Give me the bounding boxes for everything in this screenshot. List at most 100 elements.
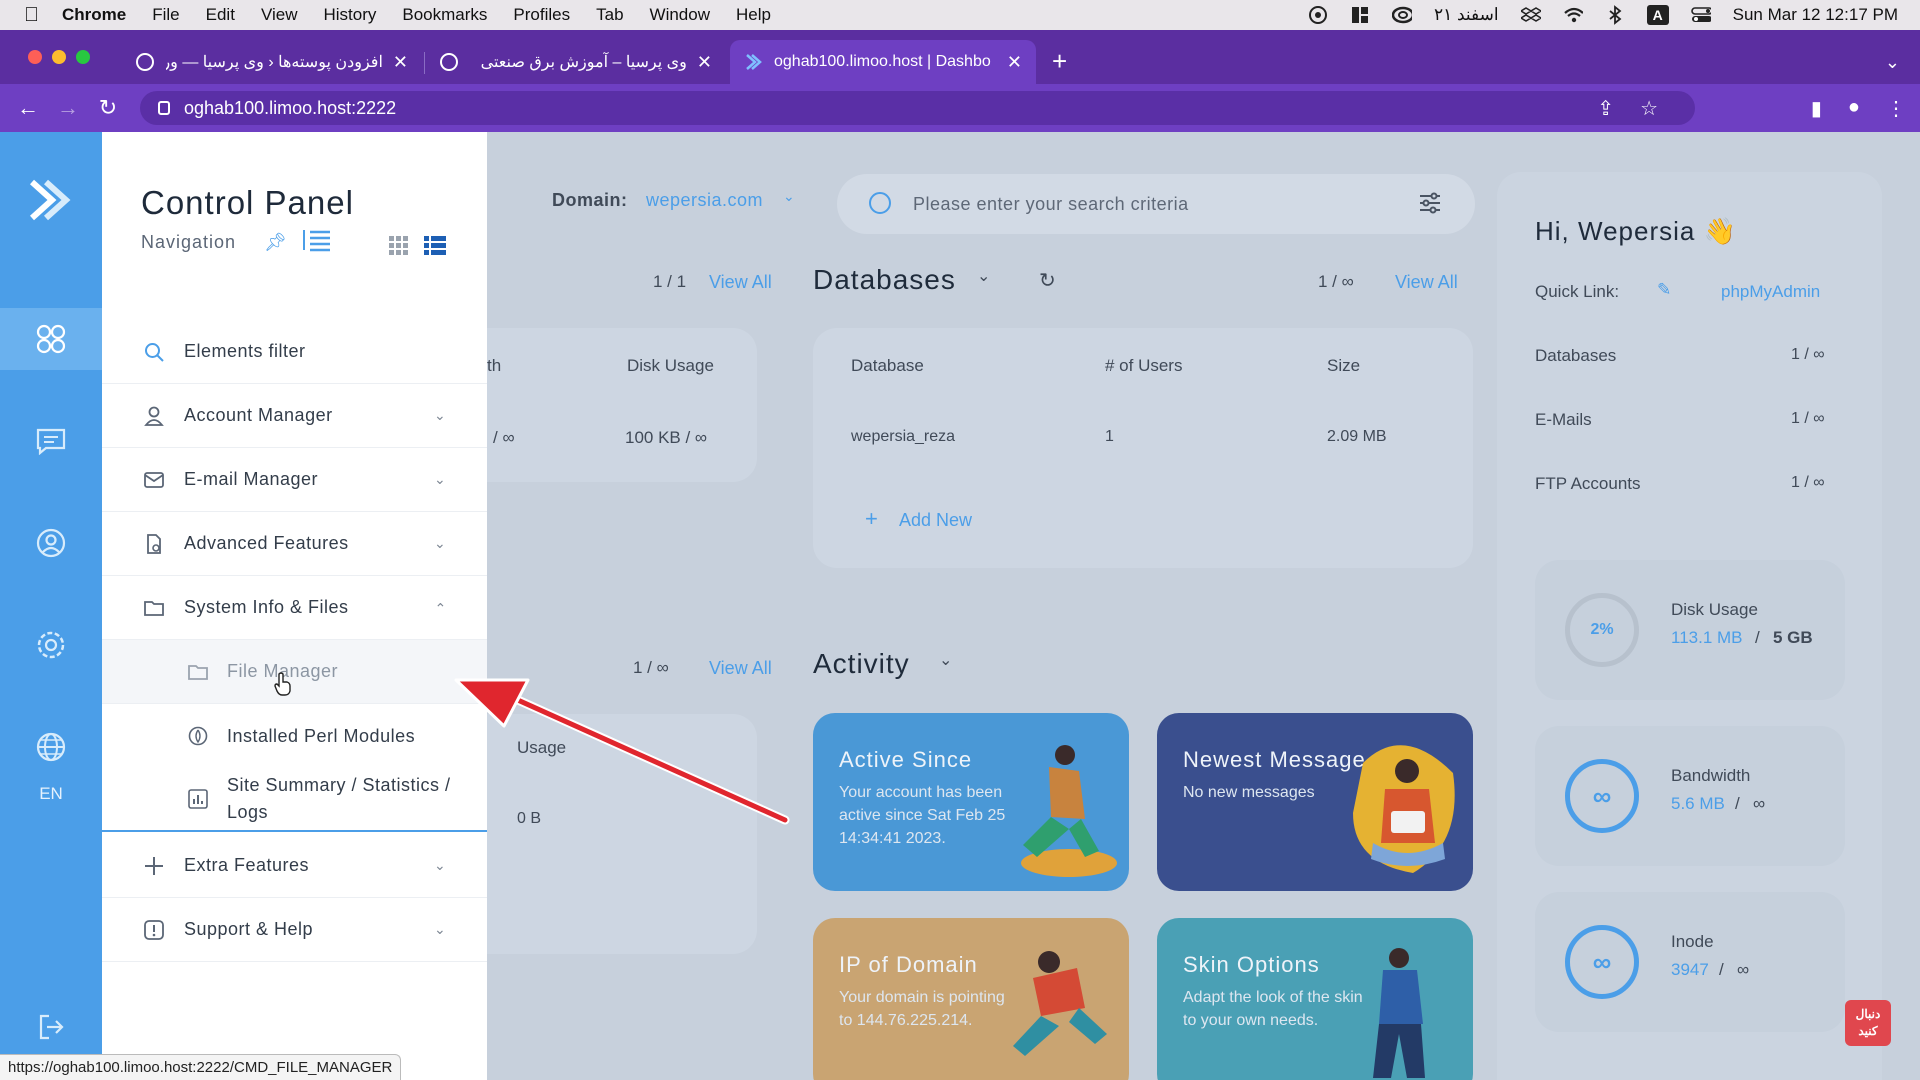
add-new-database-button[interactable]: Add New: [899, 510, 972, 531]
address-bar[interactable]: oghab100.limoo.host:2222: [140, 91, 1695, 125]
nav-label: Extra Features: [184, 855, 310, 875]
chevron-down-icon[interactable]: ⌄: [977, 266, 990, 286]
tree-list-icon[interactable]: [302, 228, 332, 252]
rail-messages[interactable]: [0, 410, 102, 472]
stat-value: 1 / ∞: [1791, 410, 1825, 427]
left-counter: 1 / 1: [653, 272, 687, 291]
menu-view[interactable]: View: [261, 5, 298, 25]
view-all-link[interactable]: View All: [709, 272, 772, 293]
left-partial-card: th Disk Usage / ∞ 100 KB / ∞: [457, 328, 757, 482]
stats-icon: [188, 789, 208, 809]
rail-language[interactable]: [0, 716, 102, 778]
filter-settings-icon[interactable]: [1419, 192, 1441, 214]
nav-system-info-files[interactable]: System Info & Files ⌄: [102, 576, 487, 640]
menu-window[interactable]: Window: [650, 5, 710, 25]
close-tab-icon[interactable]: ✕: [1007, 52, 1022, 73]
search-icon: [869, 192, 891, 214]
dropbox-icon[interactable]: [1520, 5, 1541, 25]
grid-view-icon[interactable]: [389, 236, 409, 256]
persian-date[interactable]: ۲۱ اسفند: [1434, 5, 1499, 25]
ring-label: ∞: [1592, 946, 1612, 977]
lock-icon[interactable]: [158, 101, 170, 115]
ring-label: ∞: [1592, 780, 1612, 811]
activity-title: Activity: [813, 648, 910, 679]
tab-search-chevron-icon[interactable]: ⌄: [1885, 52, 1900, 73]
pin-icon[interactable]: 📌︎: [264, 232, 287, 253]
chevron-down-icon[interactable]: ⌄: [783, 188, 795, 205]
databases-view-all-link[interactable]: View All: [1395, 272, 1458, 293]
activity-tile-newest-message[interactable]: Newest Message No new messages: [1157, 713, 1473, 891]
apple-icon[interactable]: : [24, 5, 44, 25]
new-tab-button[interactable]: +: [1052, 48, 1067, 74]
zoom-window-button[interactable]: [76, 50, 90, 64]
nav-extra-features[interactable]: Extra Features ⌄: [102, 834, 487, 898]
nav-account-manager[interactable]: Account Manager ⌄: [102, 384, 487, 448]
directadmin-logo-icon[interactable]: [26, 176, 74, 224]
menu-file[interactable]: File: [152, 5, 179, 25]
browser-tab-active[interactable]: oghab100.limoo.host | Dashbo ✕: [730, 40, 1036, 84]
nav-support-help[interactable]: Support & Help ⌄: [102, 898, 487, 962]
back-arrow-icon[interactable]: ←: [8, 95, 48, 121]
refresh-icon[interactable]: ↻: [1039, 268, 1056, 293]
nav-label: Advanced Features: [184, 533, 349, 553]
rail-settings[interactable]: [0, 614, 102, 676]
close-window-button[interactable]: [28, 50, 42, 64]
menu-edit[interactable]: Edit: [206, 5, 235, 25]
input-source-badge[interactable]: A: [1646, 5, 1669, 25]
close-tab-icon[interactable]: ✕: [697, 52, 712, 73]
bluetooth-icon[interactable]: [1605, 5, 1625, 25]
profile-avatar-icon[interactable]: ●: [1848, 96, 1860, 121]
share-icon[interactable]: ⇪: [1597, 96, 1614, 121]
rail-dashboard[interactable]: [0, 308, 102, 370]
chrome-menu-icon[interactable]: ⋮: [1886, 96, 1906, 121]
close-tab-icon[interactable]: ✕: [393, 52, 408, 73]
bookmark-star-icon[interactable]: ☆: [1640, 96, 1658, 121]
elements-filter-input[interactable]: Elements filter: [102, 320, 487, 384]
menu-bookmarks[interactable]: Bookmarks: [402, 5, 487, 25]
chevron-down-icon[interactable]: ⌄: [939, 650, 952, 670]
menu-tab[interactable]: Tab: [596, 5, 623, 25]
directadmin-favicon-icon: [746, 54, 762, 70]
nav-label: Account Manager: [184, 405, 333, 425]
menu-app-name[interactable]: Chrome: [62, 5, 126, 25]
creative-cloud-icon[interactable]: [1392, 5, 1412, 25]
plus-icon[interactable]: +: [865, 506, 878, 532]
wifi-icon[interactable]: [1563, 5, 1583, 25]
activity-tile-skin-options[interactable]: Skin Options Adapt the look of the skin …: [1157, 918, 1473, 1080]
nav-file-manager[interactable]: File Manager: [102, 640, 487, 704]
nav-email-manager[interactable]: E-mail Manager ⌄: [102, 448, 487, 512]
nav-installed-perl-modules[interactable]: Installed Perl Modules: [102, 704, 487, 768]
browser-tab-1[interactable]: افزودن پوسته‌ها ‹ وی پرسیا — وردپر ✕: [122, 40, 422, 84]
forward-arrow-icon[interactable]: →: [48, 95, 88, 121]
minimize-window-button[interactable]: [52, 50, 66, 64]
table-cell: 100 KB / ∞: [625, 428, 708, 447]
usage-used: 113.1 MB: [1671, 628, 1743, 647]
phpmyadmin-link[interactable]: phpMyAdmin: [1721, 282, 1820, 302]
menu-history[interactable]: History: [323, 5, 376, 25]
activity-tile-active-since[interactable]: Active Since Your account has been activ…: [813, 713, 1129, 891]
nav-site-summary[interactable]: Site Summary / Statistics / Logs: [102, 768, 487, 832]
reload-icon[interactable]: ↻: [88, 95, 128, 121]
activity-tile-ip-of-domain[interactable]: IP of Domain Your domain is pointing to …: [813, 918, 1129, 1080]
rail-user[interactable]: [0, 512, 102, 574]
language-label[interactable]: EN: [0, 784, 102, 804]
control-center-icon[interactable]: [1690, 5, 1711, 25]
rail-logout[interactable]: [0, 996, 102, 1058]
nav-advanced-features[interactable]: Advanced Features ⌄: [102, 512, 487, 576]
layout-icon[interactable]: [1350, 5, 1370, 25]
status-app-icon[interactable]: [1308, 5, 1328, 25]
chevron-down-icon: ⌄: [434, 407, 447, 423]
clock[interactable]: Sun Mar 12 12:17 PM: [1733, 5, 1898, 25]
list-view-icon[interactable]: [424, 236, 446, 256]
search-input[interactable]: Please enter your search criteria: [913, 194, 1189, 215]
db-row-size: 2.09 MB: [1327, 428, 1387, 445]
disk-usage-ring: 2%: [1565, 593, 1639, 667]
side-panel-icon[interactable]: ▮: [1811, 96, 1822, 121]
menu-help[interactable]: Help: [736, 5, 771, 25]
domain-select[interactable]: wepersia.com: [646, 190, 763, 211]
browser-tab-2[interactable]: وی پرسیا – آموزش برق صنعتی ✕: [426, 40, 726, 84]
pencil-icon[interactable]: ✎: [1657, 280, 1671, 300]
db-row-name[interactable]: wepersia_reza: [851, 428, 955, 446]
menu-profiles[interactable]: Profiles: [513, 5, 570, 25]
search-bar[interactable]: Please enter your search criteria: [837, 174, 1475, 234]
